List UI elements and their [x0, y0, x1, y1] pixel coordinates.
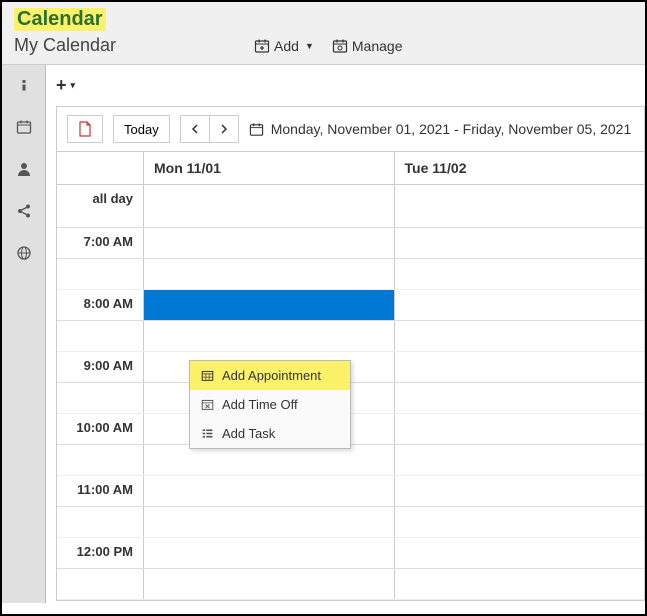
globe-icon[interactable]	[14, 243, 34, 263]
time-label: 12:00 PM	[57, 538, 144, 568]
calendar-slot[interactable]	[395, 569, 645, 599]
today-button[interactable]: Today	[113, 115, 170, 143]
pdf-icon	[78, 121, 92, 137]
manage-label: Manage	[352, 38, 403, 54]
calendar-slot[interactable]	[395, 321, 645, 351]
content-wrap: +▾ Today Monday, November 01, 2021 - Fri…	[2, 65, 645, 603]
ctx-label: Add Appointment	[222, 368, 321, 383]
calendar-plus-icon	[254, 38, 270, 54]
main-area: +▾ Today Monday, November 01, 2021 - Fri…	[46, 65, 645, 603]
add-label: Add	[274, 38, 299, 54]
calendar-slot[interactable]	[395, 383, 645, 413]
calendar-slot[interactable]	[395, 259, 645, 289]
calendar-grid-icon	[200, 369, 214, 383]
page-title: Calendar	[14, 8, 106, 31]
time-label: 7:00 AM	[57, 228, 144, 258]
plus-button[interactable]: +▾	[56, 75, 75, 96]
prev-button[interactable]	[180, 115, 209, 143]
calendar-slot[interactable]	[144, 538, 395, 568]
time-row-half	[57, 569, 644, 600]
calendar-slot[interactable]	[395, 414, 645, 444]
time-row-half	[57, 259, 644, 290]
person-icon[interactable]	[14, 159, 34, 179]
add-appointment-item[interactable]: Add Appointment	[190, 361, 350, 390]
calendar-slot[interactable]	[144, 476, 395, 506]
manage-button[interactable]: Manage	[332, 38, 403, 54]
calendar-slot[interactable]	[395, 352, 645, 382]
side-tabs	[2, 65, 46, 603]
calendar-slot[interactable]	[144, 259, 395, 289]
calendar-slot[interactable]	[144, 321, 395, 351]
calendar-icon	[249, 121, 265, 137]
list-icon	[200, 427, 214, 441]
add-time-off-item[interactable]: Add Time Off	[190, 390, 350, 419]
add-task-item[interactable]: Add Task	[190, 419, 350, 448]
grid-header: Mon 11/01 Tue 11/02	[57, 152, 644, 185]
calendar-slot[interactable]	[144, 445, 395, 475]
calendar-slot[interactable]	[144, 185, 395, 227]
all-day-label: all day	[57, 185, 144, 227]
time-label-empty	[57, 507, 144, 537]
time-row: 12:00 PM	[57, 538, 644, 569]
export-button[interactable]	[67, 115, 103, 143]
date-range-text: Monday, November 01, 2021 - Friday, Nove…	[271, 121, 632, 137]
top-actions: Add ▼ Manage	[254, 38, 402, 54]
nav-buttons	[180, 115, 239, 143]
time-col-header	[57, 152, 144, 184]
calendar-slot[interactable]	[144, 228, 395, 258]
ctx-label: Add Task	[222, 426, 275, 441]
header-bar: Calendar My Calendar Add ▼ Manage	[2, 2, 645, 65]
calendar-slot-selected[interactable]	[144, 290, 395, 320]
sub-title: My Calendar	[14, 35, 116, 56]
calendar-slot[interactable]	[395, 445, 645, 475]
time-label-empty	[57, 569, 144, 599]
time-label: 9:00 AM	[57, 352, 144, 382]
day-header[interactable]: Tue 11/02	[395, 152, 645, 184]
calendar-slot[interactable]	[395, 538, 645, 568]
day-header[interactable]: Mon 11/01	[144, 152, 395, 184]
context-menu: Add Appointment Add Time Off Add Task	[189, 360, 351, 449]
header-sub-row: My Calendar Add ▼ Manage	[14, 35, 633, 56]
time-row-half	[57, 321, 644, 352]
info-icon[interactable]	[14, 75, 34, 95]
share-icon[interactable]	[14, 201, 34, 221]
caret-down-icon: ▾	[71, 80, 76, 91]
calendar-icon[interactable]	[14, 117, 34, 137]
ctx-label: Add Time Off	[222, 397, 298, 412]
calendar-slot[interactable]	[144, 569, 395, 599]
time-label-empty	[57, 259, 144, 289]
date-range[interactable]: Monday, November 01, 2021 - Friday, Nove…	[249, 121, 632, 137]
time-row-half	[57, 507, 644, 538]
time-label: 10:00 AM	[57, 414, 144, 444]
time-label-empty	[57, 445, 144, 475]
time-row: 8:00 AM	[57, 290, 644, 321]
all-day-row: all day	[57, 185, 644, 228]
calendar-slot[interactable]	[395, 476, 645, 506]
calendar-slot[interactable]	[395, 290, 645, 320]
time-row: 11:00 AM	[57, 476, 644, 507]
time-row-half	[57, 445, 644, 476]
calendar-x-icon	[200, 398, 214, 412]
calendar-slot[interactable]	[395, 507, 645, 537]
calendar-slot[interactable]	[395, 185, 645, 227]
time-label-empty	[57, 321, 144, 351]
calendar-slot[interactable]	[395, 228, 645, 258]
calendar-toolbar: Today Monday, November 01, 2021 - Friday…	[56, 106, 645, 152]
time-label: 11:00 AM	[57, 476, 144, 506]
add-button[interactable]: Add ▼	[254, 38, 314, 54]
time-label: 8:00 AM	[57, 290, 144, 320]
next-button[interactable]	[209, 115, 239, 143]
calendar-slot[interactable]	[144, 507, 395, 537]
time-row: 7:00 AM	[57, 228, 644, 259]
caret-down-icon: ▼	[305, 41, 314, 51]
time-label-empty	[57, 383, 144, 413]
calendar-gear-icon	[332, 38, 348, 54]
plus-row: +▾	[56, 75, 645, 96]
